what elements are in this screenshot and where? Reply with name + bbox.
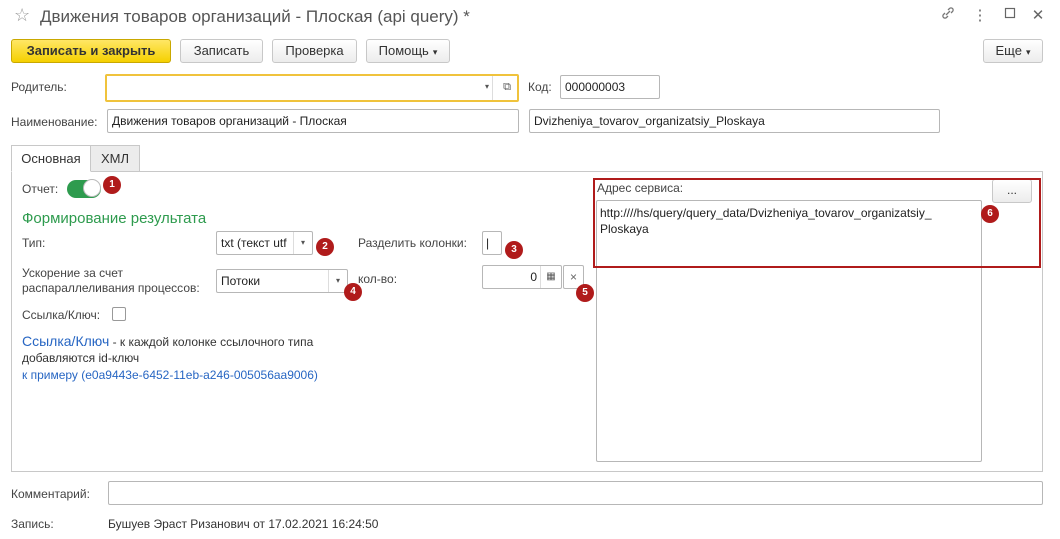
refkey-checkbox[interactable] (112, 307, 126, 321)
record-label: Запись: (11, 517, 54, 531)
comment-label: Комментарий: (11, 487, 90, 501)
parent-field[interactable]: ▾ ⧉ (105, 74, 519, 102)
parent-dropdown-icon[interactable]: ▾ (485, 76, 489, 98)
favorite-star-icon[interactable]: ☆ (14, 5, 30, 26)
code-field[interactable]: 000000003 (560, 75, 660, 99)
annotation-badge-2: 2 (316, 238, 334, 256)
close-window-icon[interactable]: ✕ (1028, 6, 1048, 24)
name-label: Наименование: (11, 115, 98, 129)
count-field[interactable]: 0 ▦ (482, 265, 562, 289)
link-icon[interactable] (938, 6, 958, 24)
calculator-icon[interactable]: ▦ (540, 266, 561, 288)
help-button[interactable]: Помощь ▾ (366, 39, 450, 63)
annotation-badge-5: 5 (576, 284, 594, 302)
refkey-description-line2: добавляются id-ключ (22, 351, 140, 365)
refkey-label: Ссылка/Ключ: (22, 308, 101, 322)
clear-icon: × (569, 270, 577, 284)
help-button-label: Помощь (378, 43, 429, 58)
annotation-badge-6: 6 (981, 205, 999, 223)
tab-main[interactable]: Основная (11, 145, 91, 172)
type-label: Тип: (22, 236, 46, 250)
name-field[interactable]: Движения товаров организаций - Плоская (107, 109, 519, 133)
chevron-down-icon: ▾ (1025, 47, 1031, 57)
accel-select[interactable]: Потоки ▾ (216, 269, 348, 293)
accel-label-line2: распараллеливания процессов: (22, 281, 200, 295)
annotation-badge-3: 3 (505, 241, 523, 259)
report-label: Отчет: (22, 182, 59, 196)
section-title: Формирование результата (22, 210, 207, 227)
comment-field[interactable] (108, 481, 1043, 505)
save-and-close-button[interactable]: Записать и закрыть (11, 39, 171, 63)
code-label: Код: (528, 80, 552, 94)
more-vertical-icon[interactable]: ⋮ (970, 6, 990, 24)
split-columns-label: Разделить колонки: (358, 236, 467, 250)
type-dropdown-icon[interactable]: ▾ (293, 232, 312, 254)
accel-value: Потоки (221, 274, 261, 288)
refkey-description: - к каждой колонке ссылочного типа (109, 335, 314, 349)
refkey-example: к примеру (e0a9443e-6452-11eb-a246-00505… (22, 368, 318, 382)
open-icon[interactable]: ⧉ (503, 76, 511, 98)
type-select[interactable]: txt (текст utf ▾ (216, 231, 313, 255)
window-title: Движения товаров организаций - Плоская (… (40, 7, 470, 26)
chevron-down-icon: ▾ (432, 47, 438, 57)
parent-label: Родитель: (11, 80, 67, 94)
service-address-highlight (593, 178, 1041, 268)
tab-xml[interactable]: ХМЛ (90, 145, 140, 172)
refkey-link[interactable]: Ссылка/Ключ (22, 333, 109, 349)
report-toggle[interactable] (67, 179, 101, 198)
check-button[interactable]: Проверка (272, 39, 357, 63)
count-value: 0 (530, 270, 537, 284)
count-label: кол-во: (358, 272, 398, 286)
restore-window-icon[interactable] (1000, 6, 1020, 23)
name-translit-field[interactable]: Dvizheniya_tovarov_organizatsiy_Ploskaya (529, 109, 940, 133)
annotation-badge-1: 1 (103, 176, 121, 194)
more-button-label: Еще (995, 43, 1022, 58)
record-value: Бушуев Эраст Ризанович от 17.02.2021 16:… (108, 517, 379, 531)
accel-label-line1: Ускорение за счет (22, 266, 123, 280)
save-button[interactable]: Записать (180, 39, 263, 63)
split-columns-field[interactable]: | (482, 231, 502, 255)
type-value: txt (текст utf (221, 236, 287, 250)
more-button[interactable]: Еще ▾ (983, 39, 1043, 63)
